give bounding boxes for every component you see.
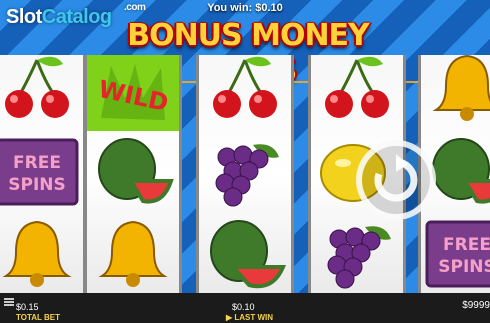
last-win-value: $0.10 xyxy=(232,302,255,312)
cherries-symbol xyxy=(199,55,291,127)
free-text-2: SPINS xyxy=(438,257,490,277)
reel-2: WILD xyxy=(84,55,182,293)
menu-icon[interactable] xyxy=(4,297,14,307)
free-spins-symbol: FREE SPINS xyxy=(0,133,83,211)
free-text-1: FREE xyxy=(13,153,61,173)
free-text-1: FREE xyxy=(443,235,490,255)
spin-button[interactable] xyxy=(356,140,436,220)
last-win-label-text: LAST WIN xyxy=(234,313,274,322)
free-spins-symbol: FREE SPINS xyxy=(421,215,490,293)
bell-symbol xyxy=(0,215,83,293)
win-display: You win: $0.10 xyxy=(0,2,490,14)
grapes-symbol xyxy=(311,215,403,293)
total-bet-value: $0.15 xyxy=(16,302,39,312)
cherries-symbol xyxy=(0,55,83,127)
reel-3 xyxy=(196,55,294,293)
wild-symbol: WILD xyxy=(87,55,179,131)
bell-symbol xyxy=(421,55,490,127)
win-label: You win: xyxy=(207,2,253,14)
ticker-text: $9999 xyxy=(462,300,490,311)
total-bet-label: TOTAL BET xyxy=(16,313,60,322)
win-value: $0.10 xyxy=(255,2,283,14)
reel-1: FREE SPINS xyxy=(0,55,86,293)
free-text-2: SPINS xyxy=(8,175,66,195)
grapes-symbol xyxy=(199,133,291,211)
watermelon-symbol xyxy=(199,215,291,293)
last-win-label: ▶ LAST WIN xyxy=(226,313,274,322)
refresh-icon xyxy=(374,154,418,202)
bell-symbol xyxy=(87,215,179,293)
game-title: BONUS MONEY SPINS xyxy=(127,18,370,89)
cherries-symbol xyxy=(311,55,403,127)
watermelon-symbol xyxy=(87,133,179,211)
